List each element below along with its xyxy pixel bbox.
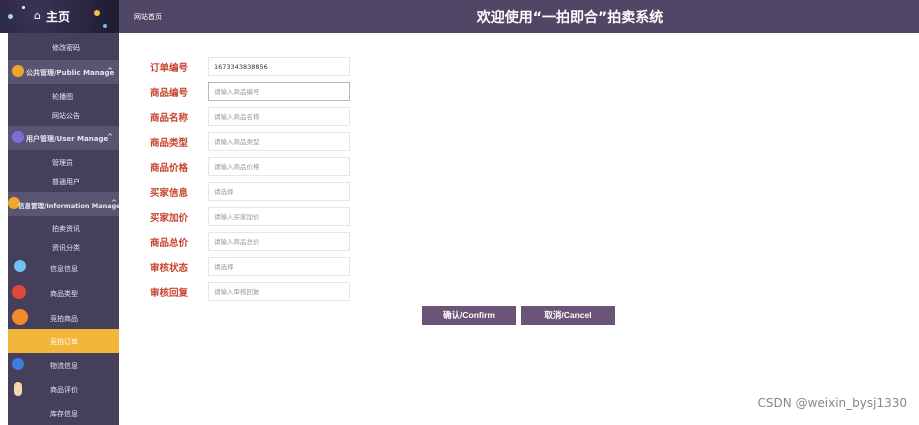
sidebar: 修改密码 公共管理/Public Manage ^ 轮播图 网站公告 用户管理/…: [8, 33, 119, 425]
product-number-input[interactable]: [208, 82, 350, 101]
sidebar-item-info[interactable]: 信息信息: [8, 256, 119, 280]
sidebar-item-label: 商品类型: [50, 290, 78, 298]
review-reply-input[interactable]: [208, 282, 350, 301]
field-label: 审核状态: [150, 263, 189, 274]
sidebar-item-normal-user[interactable]: 普通用户: [8, 169, 119, 193]
sidebar-item-stock[interactable]: 库存信息: [8, 401, 119, 425]
planet-decoration: [94, 10, 100, 16]
chevron-up-icon: ^: [107, 133, 113, 141]
product-price-input[interactable]: [208, 157, 350, 176]
field-label: 商品编号: [150, 88, 189, 99]
sidebar-item-label: 资讯分类: [52, 244, 80, 252]
sidebar-item-label: 库存信息: [50, 410, 78, 418]
sidebar-group-public[interactable]: 公共管理/Public Manage ^: [8, 60, 119, 84]
sidebar-item-review[interactable]: 商品评价: [8, 377, 119, 401]
field-label: 商品类型: [150, 138, 189, 149]
rocket-icon: [14, 382, 22, 396]
chevron-up-icon: ^: [107, 67, 113, 75]
balloon-icon: [14, 260, 26, 272]
user-group-icon: [12, 131, 24, 143]
field-label: 订单编号: [150, 63, 189, 74]
globe-icon: [12, 65, 24, 77]
product-type-input[interactable]: [208, 132, 350, 151]
chevron-up-icon: ^: [111, 199, 117, 207]
buyer-markup-input[interactable]: [208, 207, 350, 226]
sidebar-item-label: 竞拍商品: [50, 315, 78, 323]
field-label: 买家信息: [150, 188, 189, 199]
page: ⌂ 主页 网站首页 欢迎使用“一拍即合”拍卖系统 修改密码 公共管理/Publi…: [0, 0, 919, 425]
field-label: 审核回复: [150, 288, 189, 299]
sidebar-item-auction-order[interactable]: 竞拍订单: [8, 329, 119, 353]
planet-icon: [12, 309, 28, 325]
sidebar-item-label: 普通用户: [52, 178, 80, 186]
sidebar-item-label: 管理员: [52, 159, 73, 167]
home-label: 主页: [46, 10, 71, 24]
watermark: CSDN @weixin_bysj1330: [757, 396, 907, 410]
sidebar-group-label: 信息管理/Information Manage: [18, 202, 119, 210]
star-decoration: [8, 14, 13, 19]
system-title: 欢迎使用“一拍即合”拍卖系统: [476, 10, 664, 26]
sidebar-item-announcement[interactable]: 网站公告: [8, 103, 119, 127]
sidebar-item-label: 修改密码: [52, 44, 80, 52]
planet-icon: [12, 358, 24, 370]
sidebar-item-change-password[interactable]: 修改密码: [8, 35, 119, 59]
home-button[interactable]: ⌂ 主页: [0, 0, 119, 33]
order-number-input[interactable]: [208, 57, 350, 76]
sidebar-group-info[interactable]: 信息管理/Information Manage ^: [8, 192, 119, 216]
sidebar-item-label: 轮播图: [52, 93, 73, 101]
sidebar-item-label: 信息信息: [50, 265, 78, 273]
review-status-select[interactable]: [208, 257, 350, 276]
planet-icon: [12, 285, 26, 299]
sidebar-item-label: 拍卖资讯: [52, 225, 80, 233]
buyer-info-select[interactable]: [208, 182, 350, 201]
sidebar-item-logistics[interactable]: 物流信息: [8, 353, 119, 377]
confirm-button[interactable]: 确认/Confirm: [422, 306, 516, 325]
field-label: 商品价格: [150, 163, 189, 174]
sidebar-item-label: 物流信息: [50, 362, 78, 370]
field-label: 商品总价: [150, 238, 189, 249]
sidebar-group-label: 用户管理/User Manage: [26, 135, 109, 143]
sidebar-item-label: 网站公告: [52, 112, 80, 120]
total-price-input[interactable]: [208, 232, 350, 251]
field-label: 买家加价: [150, 213, 189, 224]
product-name-input[interactable]: [208, 107, 350, 126]
sidebar-item-auction-product[interactable]: 竞拍商品: [8, 306, 119, 330]
cancel-button[interactable]: 取消/Cancel: [521, 306, 615, 325]
sidebar-group-user[interactable]: 用户管理/User Manage ^: [8, 126, 119, 150]
top-bar: ⌂ 主页 网站首页 欢迎使用“一拍即合”拍卖系统: [0, 0, 919, 33]
star-decoration: [22, 6, 25, 9]
home-icon: ⌂: [34, 9, 41, 22]
planet-decoration: [103, 24, 107, 28]
breadcrumb[interactable]: 网站首页: [134, 12, 162, 22]
sidebar-item-product-type[interactable]: 商品类型: [8, 281, 119, 305]
field-label: 商品名称: [150, 113, 189, 124]
sidebar-group-label: 公共管理/Public Manage: [26, 69, 115, 77]
sidebar-item-label: 竞拍订单: [50, 338, 78, 346]
sidebar-item-label: 商品评价: [50, 386, 78, 394]
